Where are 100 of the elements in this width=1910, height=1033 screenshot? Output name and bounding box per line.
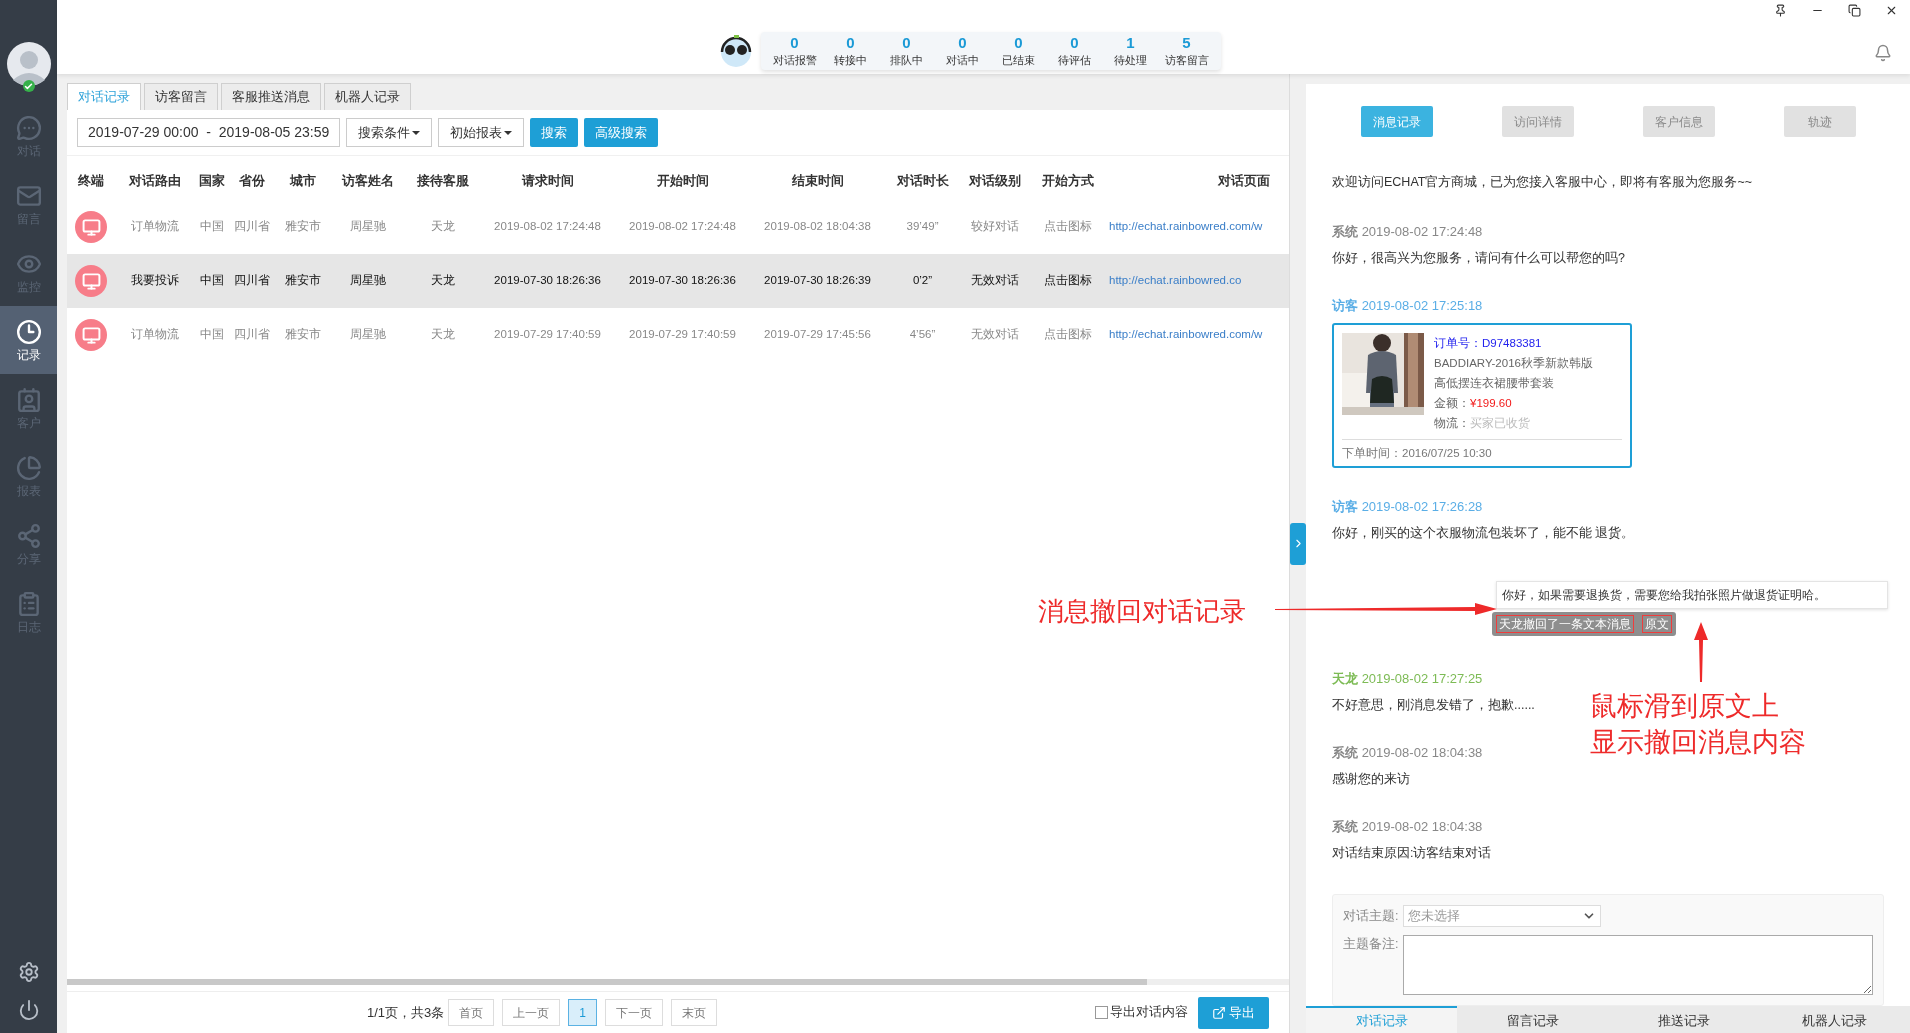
- page-summary: 1/1页，共3条: [367, 1003, 445, 1022]
- tab[interactable]: 客服推送消息: [221, 83, 321, 110]
- column-header: 对话时长: [895, 172, 950, 190]
- bottom-tab[interactable]: 推送记录: [1608, 1006, 1759, 1033]
- annotation-text: 消息撤回对话记录: [1038, 596, 1246, 628]
- power-icon[interactable]: [17, 999, 40, 1021]
- order-logistics: 物流：买家已收货: [1434, 416, 1531, 431]
- pin-icon[interactable]: [1774, 4, 1787, 17]
- table-cell-text: 0’2”: [911, 273, 934, 289]
- table-cell-text: 天龙: [429, 219, 456, 235]
- date-range-field[interactable]: 2019-07-29 00:00 - 2019-08-05 23:59: [77, 118, 341, 147]
- detail-tab[interactable]: 轨迹: [1783, 106, 1856, 137]
- expand-toggle[interactable]: [1290, 522, 1306, 565]
- table-cell-text: 2019-07-30 18:26:36: [493, 273, 602, 289]
- column-header: 终端: [77, 172, 105, 190]
- page-link[interactable]: http://echat.rainbowred.co: [1105, 272, 1289, 290]
- table-cell-text: 点击图标: [1042, 327, 1093, 343]
- table-cell-text: 2019-07-29 17:45:56: [763, 327, 872, 343]
- page-button[interactable]: 1: [568, 999, 597, 1026]
- column-header: 国家: [197, 172, 226, 190]
- table-cell-text: 中国: [198, 327, 225, 343]
- monitor-icon: [75, 265, 107, 297]
- note-field[interactable]: [1403, 935, 1873, 995]
- tooltip: 你好，如果需要退换货，需要您给我拍张照片做退货证明哈。: [1496, 581, 1888, 609]
- table-cell-text: 我要投诉: [130, 273, 180, 289]
- checkbox-label: 导出对话内容: [1110, 1004, 1188, 1022]
- table-cell-text: 四川省: [232, 273, 271, 289]
- dropdown-button[interactable]: 初始报表: [438, 118, 525, 147]
- dropdown-button[interactable]: 搜索条件: [346, 118, 433, 147]
- topic-select[interactable]: 您未选择: [1403, 905, 1601, 927]
- detail-tab[interactable]: 访问详情: [1501, 106, 1574, 137]
- table-cell-text: 2019-07-29 17:40:59: [493, 327, 602, 343]
- product-title: 高低摆连衣裙腰带套装: [1434, 376, 1555, 391]
- contact-card-icon: [15, 387, 42, 413]
- page-button[interactable]: 首页: [448, 999, 495, 1026]
- share-icon: [15, 523, 42, 549]
- message-header: 系统 2019-08-02 18:04:38: [1332, 818, 1483, 836]
- bell-icon[interactable]: [1874, 44, 1892, 62]
- settings-icon[interactable]: [17, 961, 40, 983]
- table-cell-text: 无效对话: [970, 327, 1020, 343]
- page-button[interactable]: 上一页: [502, 999, 561, 1026]
- message-text: 你好，刚买的这个衣服物流包装坏了，能不能 退货。: [1332, 525, 1635, 542]
- annotation-arrow: [1694, 622, 1708, 682]
- table-cell-text: 天龙: [429, 273, 456, 289]
- checkbox[interactable]: [1095, 1006, 1108, 1019]
- monitor-icon: [75, 211, 107, 243]
- tab[interactable]: 访客留言: [144, 83, 218, 110]
- scrollbar-thumb[interactable]: [67, 979, 1147, 985]
- detail-tab[interactable]: 客户信息: [1642, 106, 1715, 137]
- page-button[interactable]: 末页: [671, 999, 717, 1026]
- stat-label: 访客留言: [1164, 53, 1209, 68]
- message-header: 访客 2019-08-02 17:26:28: [1332, 498, 1483, 516]
- page-link[interactable]: http://echat.rainbowred.com/w: [1105, 326, 1289, 344]
- caret-icon: [412, 130, 421, 135]
- stat-label: 已结束: [1002, 53, 1035, 68]
- message-text: 你好，很高兴为您服务，请问有什么可以帮您的吗?: [1332, 250, 1625, 267]
- table-cell-text: 2019-08-02 17:24:48: [493, 219, 602, 235]
- detail-tab[interactable]: 消息记录: [1360, 106, 1433, 137]
- table-cell-text: 四川省: [232, 219, 271, 235]
- table-cell-text: 2019-07-30 18:26:39: [763, 273, 872, 289]
- stat-label: 排队中: [890, 53, 923, 68]
- bottom-tab[interactable]: 留言记录: [1457, 1006, 1608, 1033]
- bottom-tab[interactable]: 机器人记录: [1759, 1006, 1910, 1033]
- table-row[interactable]: 我要投诉 中国 四川省 雅安市 周星驰 天龙 2019-07-30 18:26:36 2019-07-30 18:26:36 2019-07-30 18:26:39 0’2” 无效对话 点击图标 http://echat.rainbowred.co: [67, 254, 1289, 308]
- table-cell-text: 中国: [198, 273, 225, 289]
- search-button[interactable]: 高级搜索: [584, 118, 659, 147]
- table-cell-text: 订单物流: [130, 219, 180, 235]
- restore-icon[interactable]: [1848, 4, 1861, 17]
- table-cell-text: 2019-07-30 18:26:36: [628, 273, 737, 289]
- original-link[interactable]: 原文: [1642, 615, 1672, 633]
- order-time: 下单时间：2016/07/25 10:30: [1342, 446, 1493, 461]
- stat-count: 0: [902, 34, 911, 52]
- welcome-message: 欢迎访问ECHAT官方商城，已为您接入客服中心，即将有客服为您服务~~: [1332, 174, 1753, 191]
- order-amount: 金额：¥199.60: [1434, 396, 1513, 411]
- message-header: 天龙 2019-08-02 17:27:25: [1332, 670, 1483, 688]
- recall-text: 天龙撤回了一条文本消息: [1496, 615, 1634, 633]
- topic-label: 对话主题:: [1343, 908, 1399, 925]
- table-cell-text: 周星驰: [348, 327, 387, 343]
- annotation-text: 显示撤回消息内容: [1590, 726, 1806, 759]
- message-text: 对话结束原因:访客结束对话: [1332, 845, 1492, 862]
- export-button[interactable]: 导出: [1198, 996, 1269, 1029]
- page-button[interactable]: 下一页: [605, 999, 663, 1026]
- sidebar-item[interactable]: 记录: [0, 306, 57, 374]
- table-cell-text: 点击图标: [1042, 219, 1093, 235]
- stat-label: 转接中: [834, 53, 867, 68]
- close-icon[interactable]: [1885, 4, 1898, 17]
- bottom-tab[interactable]: 对话记录: [1306, 1006, 1457, 1033]
- tab[interactable]: 机器人记录: [324, 83, 411, 110]
- search-button[interactable]: 搜索: [530, 118, 579, 147]
- table-row[interactable]: 订单物流 中国 四川省 雅安市 周星驰 天龙 2019-08-02 17:24:48 2019-08-02 17:24:48 2019-08-02 18:04:38 39’49” 较好对话 点击图标 http://echat.rainbowred.com/w: [67, 200, 1289, 254]
- column-header: 访客姓名: [340, 172, 395, 190]
- table-row[interactable]: 订单物流 中国 四川省 雅安市 周星驰 天龙 2019-07-29 17:40:59 2019-07-29 17:40:59 2019-07-29 17:45:56 4’56” 无效对话 点击图标 http://echat.rainbowred.com/w: [67, 308, 1289, 362]
- avatar: [6, 42, 51, 86]
- order-card[interactable]: 订单号：D97483381 BADDIARY-2016秋季新款韩版 高低摆连衣裙腰带套装 金额：¥199.60 物流：买家已收货 下单时间：2016/07/25 10:30: [1332, 323, 1632, 468]
- envelope-icon: [15, 183, 42, 209]
- page-link[interactable]: http://echat.rainbowred.com/w: [1105, 218, 1289, 236]
- column-header: 城市: [288, 172, 317, 190]
- tab[interactable]: 对话记录: [67, 83, 141, 110]
- column-header: 结束时间: [790, 172, 845, 190]
- stat-count: 0: [846, 34, 855, 52]
